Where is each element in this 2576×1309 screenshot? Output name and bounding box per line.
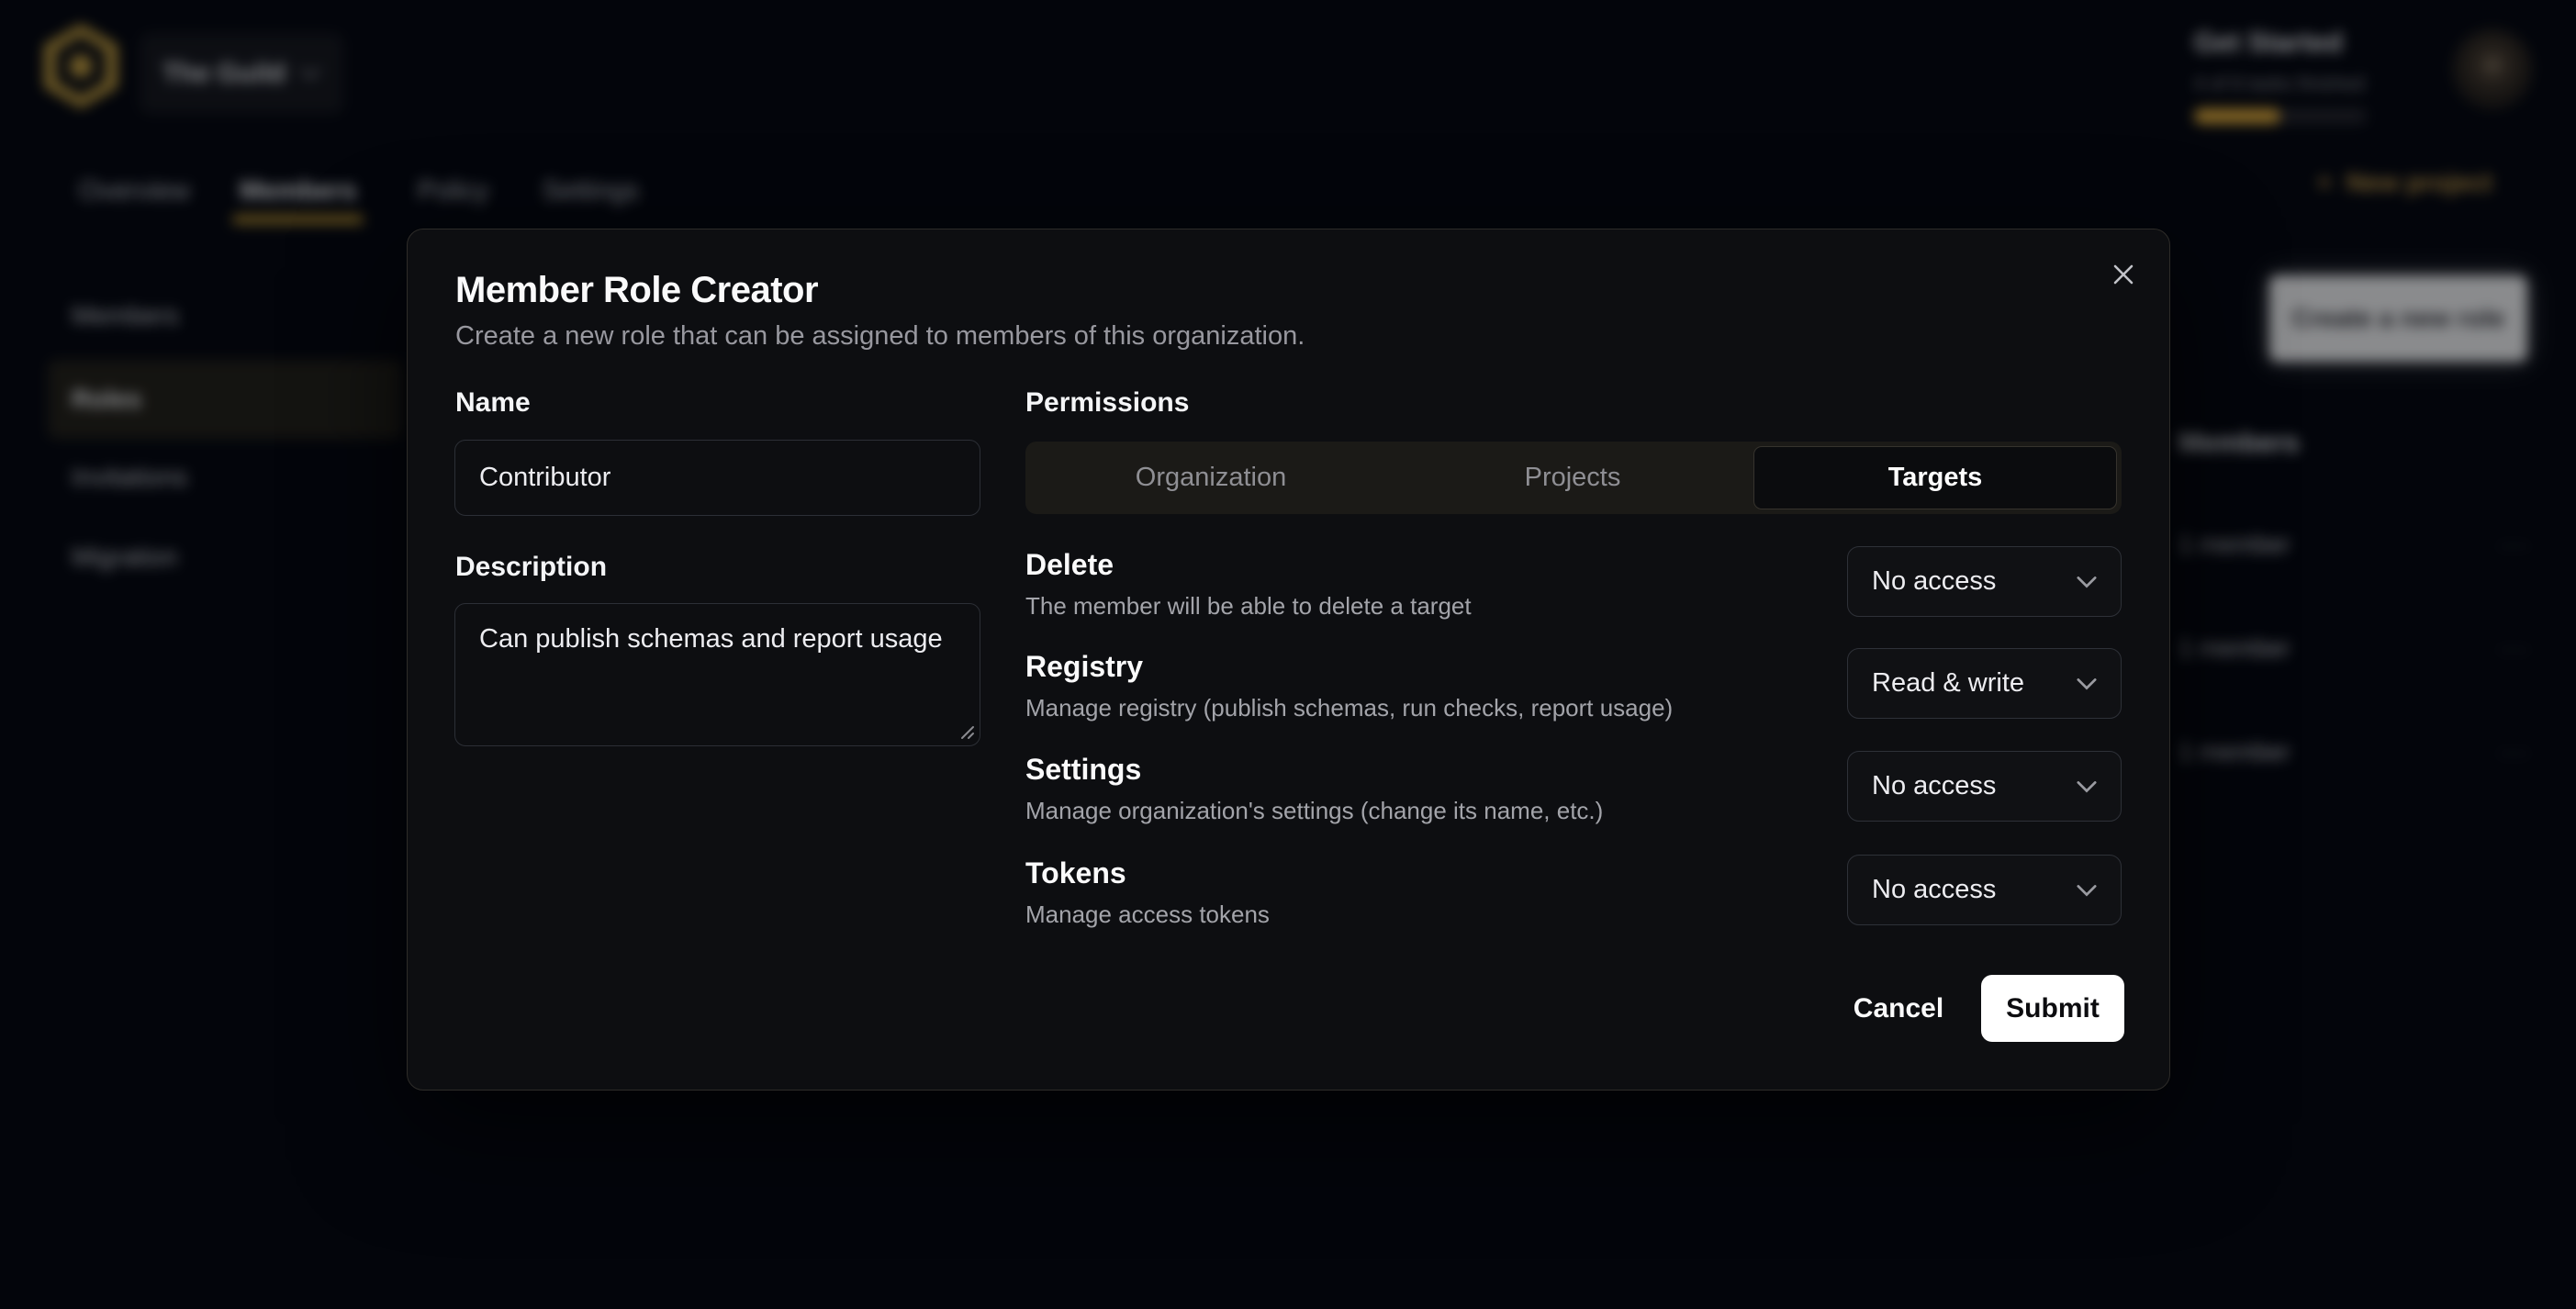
member-count-label: 1 member xyxy=(2178,531,2290,559)
plus-icon: + xyxy=(2315,167,2334,198)
permission-description: Manage organization's settings (change i… xyxy=(1025,797,1603,825)
member-role-creator-dialog: Member Role Creator Create a new role th… xyxy=(407,229,2170,1091)
permission-title: Registry xyxy=(1025,650,1143,684)
permission-description: Manage registry (publish schemas, run ch… xyxy=(1025,694,1673,722)
overflow-menu-icon[interactable]: ··· xyxy=(2499,738,2531,766)
tab-organization[interactable]: Organization xyxy=(1030,446,1392,509)
close-button[interactable] xyxy=(2102,253,2145,296)
member-row[interactable]: 1 member ··· xyxy=(2178,700,2531,803)
select-value: Read & write xyxy=(1872,668,2024,699)
select-value: No access xyxy=(1872,875,1996,905)
submit-button[interactable]: Submit xyxy=(1981,975,2124,1042)
permission-row-registry: Registry Manage registry (publish schema… xyxy=(1025,648,2122,740)
member-row[interactable]: 1 member ··· xyxy=(2178,493,2531,597)
user-avatar[interactable] xyxy=(2453,29,2532,108)
registry-access-select[interactable]: Read & write xyxy=(1847,648,2122,719)
org-name: The Guild xyxy=(162,59,286,89)
tab-members[interactable]: Members xyxy=(240,173,356,209)
sidebar-item-migration[interactable]: Migration xyxy=(72,539,177,576)
overflow-menu-icon[interactable]: ··· xyxy=(2499,634,2531,663)
delete-access-select[interactable]: No access xyxy=(1847,546,2122,617)
permission-row-settings: Settings Manage organization's settings … xyxy=(1025,751,2122,843)
tab-policy[interactable]: Policy xyxy=(418,173,488,209)
new-project-button[interactable]: + New project xyxy=(2315,167,2492,198)
get-started-progress-fill xyxy=(2194,108,2280,124)
overflow-menu-icon[interactable]: ··· xyxy=(2499,531,2531,559)
member-row[interactable]: 1 member ··· xyxy=(2178,597,2531,700)
get-started-widget[interactable]: Get Started 4 of 8 tasks finished xyxy=(2194,28,2378,124)
permission-title: Delete xyxy=(1025,548,1114,582)
permission-description: The member will be able to delete a targ… xyxy=(1025,592,1472,621)
tab-projects[interactable]: Projects xyxy=(1392,446,1753,509)
sidebar-item-members[interactable]: Members xyxy=(72,297,179,334)
description-label: Description xyxy=(455,552,607,583)
app-screen: The Guild Overview Members Policy Settin… xyxy=(0,0,2576,1309)
tokens-access-select[interactable]: No access xyxy=(1847,855,2122,925)
permissions-label: Permissions xyxy=(1025,387,1189,419)
chevron-down-icon xyxy=(2077,677,2097,690)
members-panel-heading: Members xyxy=(2178,428,2300,459)
members-list: 1 member ··· 1 member ··· 1 member ··· xyxy=(2178,492,2531,803)
description-textarea[interactable]: Can publish schemas and report usage xyxy=(454,603,980,746)
new-project-label: New project xyxy=(2346,168,2492,197)
settings-access-select[interactable]: No access xyxy=(1847,751,2122,822)
permission-row-tokens: Tokens Manage access tokens No access xyxy=(1025,855,2122,946)
permission-row-delete: Delete The member will be able to delete… xyxy=(1025,546,2122,638)
name-input[interactable] xyxy=(454,440,980,516)
permission-title: Tokens xyxy=(1025,856,1126,890)
create-role-button[interactable]: Create a new role xyxy=(2269,275,2527,362)
member-count-label: 1 member xyxy=(2178,738,2290,766)
select-value: No access xyxy=(1872,771,1996,801)
dialog-title: Member Role Creator xyxy=(455,270,818,311)
hive-logo-icon[interactable] xyxy=(44,24,118,108)
permission-scope-tabs: Organization Projects Targets xyxy=(1025,442,2122,514)
chevron-down-icon xyxy=(2077,576,2097,588)
close-icon xyxy=(2110,261,2137,288)
member-count-label: 1 member xyxy=(2178,634,2290,663)
get-started-subtitle: 4 of 8 tasks finished xyxy=(2194,73,2378,95)
name-label: Name xyxy=(455,387,531,419)
cancel-button[interactable]: Cancel xyxy=(1836,975,1961,1042)
sidebar-item-roles[interactable]: Roles xyxy=(72,381,141,418)
chevron-down-icon xyxy=(2077,884,2097,897)
dialog-subtitle: Create a new role that can be assigned t… xyxy=(455,321,1305,352)
chevron-down-icon xyxy=(300,67,320,80)
get-started-title: Get Started xyxy=(2194,28,2378,59)
tab-settings[interactable]: Settings xyxy=(543,173,639,209)
get-started-progressbar xyxy=(2194,108,2367,124)
org-selector-button[interactable]: The Guild xyxy=(140,33,343,114)
select-value: No access xyxy=(1872,566,1996,597)
permission-description: Manage access tokens xyxy=(1025,901,1270,929)
chevron-down-icon xyxy=(2077,780,2097,793)
permission-title: Settings xyxy=(1025,753,1141,787)
tab-targets[interactable]: Targets xyxy=(1753,446,2117,509)
sidebar-item-invitations[interactable]: Invitations xyxy=(72,459,187,496)
tab-overview[interactable]: Overview xyxy=(79,173,190,209)
